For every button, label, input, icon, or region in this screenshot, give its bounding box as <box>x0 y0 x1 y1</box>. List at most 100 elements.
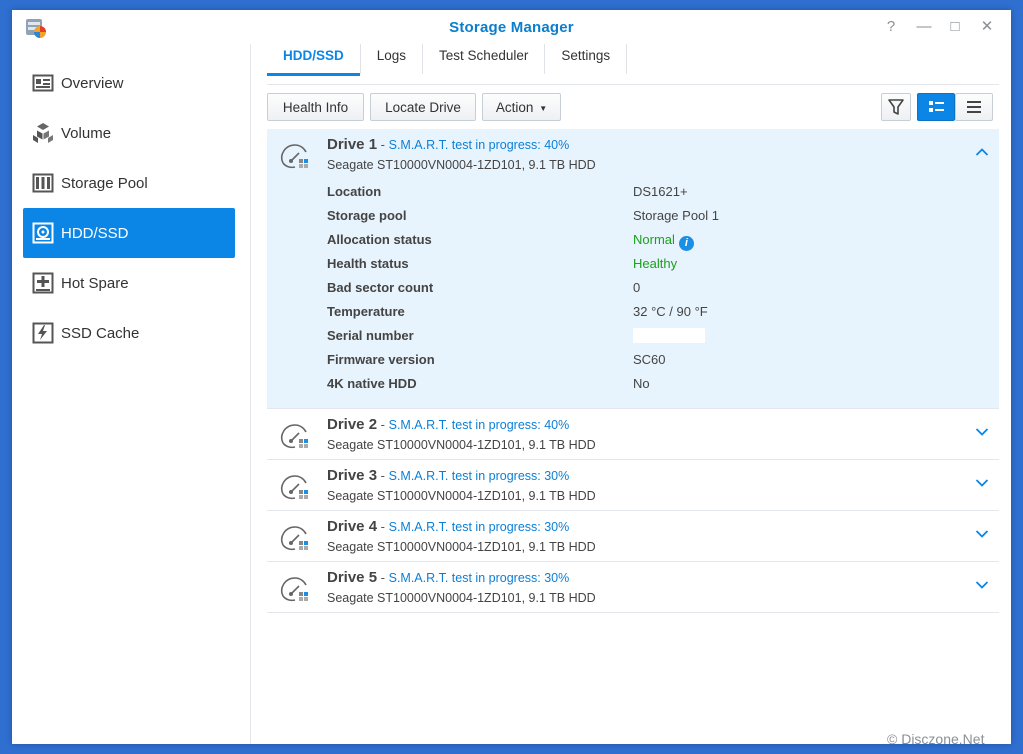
hdd-drive-icon <box>280 144 308 169</box>
detail-list-icon <box>929 101 944 112</box>
hot-spare-icon <box>32 272 54 294</box>
main-content: HDD/SSD Logs Test Scheduler Settings Hea… <box>251 44 1011 744</box>
detail-row: Location DS1621+ <box>327 184 987 208</box>
chevron-down-icon[interactable] <box>975 478 989 488</box>
drive-separator: - <box>377 137 389 152</box>
detail-row: 4K native HDD No <box>327 376 987 400</box>
drive-row[interactable]: Drive 3 - S.M.A.R.T. test in progress: 3… <box>267 460 999 511</box>
detail-value-wrap <box>633 328 705 343</box>
sidebar-item-label: Hot Spare <box>61 274 129 292</box>
detail-view-button[interactable] <box>917 93 955 121</box>
drive-row[interactable]: Drive 1 - S.M.A.R.T. test in progress: 4… <box>267 129 999 409</box>
action-button[interactable]: Action ▼ <box>482 93 561 121</box>
smart-test-status: S.M.A.R.T. test in progress: 30% <box>388 520 570 534</box>
drive-title: Drive 4 - S.M.A.R.T. test in progress: 3… <box>327 518 569 535</box>
sidebar-item-hdd-ssd[interactable]: HDD/SSD <box>23 208 235 258</box>
detail-row: Temperature 32 °C / 90 °F <box>327 304 987 328</box>
detail-row: Health status Healthy <box>327 256 987 280</box>
drive-model: Seagate ST10000VN0004-1ZD101, 9.1 TB HDD <box>327 489 596 503</box>
health-info-button[interactable]: Health Info <box>267 93 364 121</box>
sidebar-item-label: Storage Pool <box>61 174 148 192</box>
hdd-drive-icon <box>280 577 308 602</box>
title-bar[interactable]: Storage Manager ? — □ ✕ <box>12 10 1011 44</box>
filter-icon <box>888 99 904 115</box>
sidebar-item-storage-pool[interactable]: Storage Pool <box>23 158 235 208</box>
sidebar-item-ssd-cache[interactable]: SSD Cache <box>23 308 235 358</box>
volume-icon <box>33 123 53 143</box>
close-button[interactable]: ✕ <box>978 18 996 36</box>
drive-row[interactable]: Drive 4 - S.M.A.R.T. test in progress: 3… <box>267 511 999 562</box>
drive-title: Drive 1 - S.M.A.R.T. test in progress: 4… <box>327 136 569 153</box>
detail-label: Location <box>327 184 382 199</box>
hdd-drive-icon <box>280 475 308 500</box>
drive-model: Seagate ST10000VN0004-1ZD101, 9.1 TB HDD <box>327 540 596 554</box>
tab-divider <box>267 84 999 85</box>
drive-name: Drive 3 <box>327 467 378 484</box>
overview-icon <box>32 74 54 92</box>
detail-label: Storage pool <box>327 208 407 223</box>
tab-test-scheduler[interactable]: Test Scheduler <box>423 44 546 74</box>
smart-test-status: S.M.A.R.T. test in progress: 40% <box>388 138 570 152</box>
drive-list: Drive 1 - S.M.A.R.T. test in progress: 4… <box>267 129 999 613</box>
sidebar: Overview Volume Storage Pool HDD/SSD Hot… <box>12 44 251 744</box>
detail-value-wrap: Normal i <box>633 232 694 251</box>
sidebar-item-volume[interactable]: Volume <box>23 108 235 158</box>
drive-row[interactable]: Drive 2 - S.M.A.R.T. test in progress: 4… <box>267 409 999 460</box>
drive-model: Seagate ST10000VN0004-1ZD101, 9.1 TB HDD <box>327 591 596 605</box>
help-button[interactable]: ? <box>882 18 900 36</box>
chevron-up-icon[interactable] <box>975 147 989 157</box>
drive-separator: - <box>377 570 389 585</box>
detail-row: Firmware version SC60 <box>327 352 987 376</box>
list-view-button[interactable] <box>955 93 993 121</box>
detail-label: Allocation status <box>327 232 432 247</box>
window-title: Storage Manager <box>449 19 574 36</box>
chevron-down-icon[interactable] <box>975 427 989 437</box>
maximize-button[interactable]: □ <box>946 18 964 36</box>
detail-label: Health status <box>327 256 409 271</box>
list-icon <box>967 101 981 113</box>
tab-bar: HDD/SSD Logs Test Scheduler Settings <box>267 44 628 76</box>
ssd-cache-icon <box>32 322 54 344</box>
drive-name: Drive 2 <box>327 416 378 433</box>
drive-row[interactable]: Drive 5 - S.M.A.R.T. test in progress: 3… <box>267 562 999 613</box>
detail-row: Serial number <box>327 328 987 352</box>
action-button-label: Action <box>495 100 534 115</box>
detail-value: DS1621+ <box>633 184 688 199</box>
detail-row: Bad sector count 0 <box>327 280 987 304</box>
minimize-button[interactable]: — <box>915 18 933 36</box>
drive-separator: - <box>377 417 389 432</box>
locate-drive-button[interactable]: Locate Drive <box>370 93 476 121</box>
drive-name: Drive 4 <box>327 518 378 535</box>
tab-logs[interactable]: Logs <box>361 44 424 74</box>
drive-details: Location DS1621+ Storage pool Storage Po… <box>327 184 987 400</box>
smart-test-status: S.M.A.R.T. test in progress: 40% <box>388 418 570 432</box>
watermark: © Disczone.Net <box>887 731 985 747</box>
sidebar-item-label: HDD/SSD <box>61 224 129 242</box>
sidebar-item-hot-spare[interactable]: Hot Spare <box>23 258 235 308</box>
info-icon[interactable]: i <box>678 236 694 251</box>
detail-label: Serial number <box>327 328 414 343</box>
detail-value: Normal <box>633 232 675 247</box>
tab-hdd-ssd[interactable]: HDD/SSD <box>267 44 361 76</box>
chevron-down-icon[interactable] <box>975 529 989 539</box>
drive-name: Drive 5 <box>327 569 378 586</box>
detail-row: Storage pool Storage Pool 1 <box>327 208 987 232</box>
detail-value: Storage Pool 1 <box>633 208 720 223</box>
sidebar-item-label: Overview <box>61 74 124 92</box>
chevron-down-icon[interactable] <box>975 580 989 590</box>
drive-separator: - <box>377 468 389 483</box>
caret-down-icon: ▼ <box>539 104 548 113</box>
sidebar-item-label: SSD Cache <box>61 324 140 342</box>
serial-number-redaction <box>633 328 705 343</box>
filter-button[interactable] <box>881 93 911 121</box>
detail-row: Allocation status Normal i <box>327 232 987 256</box>
drive-name: Drive 1 <box>327 136 378 153</box>
drive-model: Seagate ST10000VN0004-1ZD101, 9.1 TB HDD <box>327 438 596 452</box>
tab-settings[interactable]: Settings <box>545 44 628 74</box>
smart-test-status: S.M.A.R.T. test in progress: 30% <box>388 469 570 483</box>
sidebar-item-overview[interactable]: Overview <box>23 58 235 108</box>
hdd-icon <box>32 222 54 244</box>
drive-title: Drive 3 - S.M.A.R.T. test in progress: 3… <box>327 467 569 484</box>
sidebar-item-label: Volume <box>61 124 112 142</box>
storage-manager-window: Storage Manager ? — □ ✕ Overview Volume … <box>12 10 1011 744</box>
